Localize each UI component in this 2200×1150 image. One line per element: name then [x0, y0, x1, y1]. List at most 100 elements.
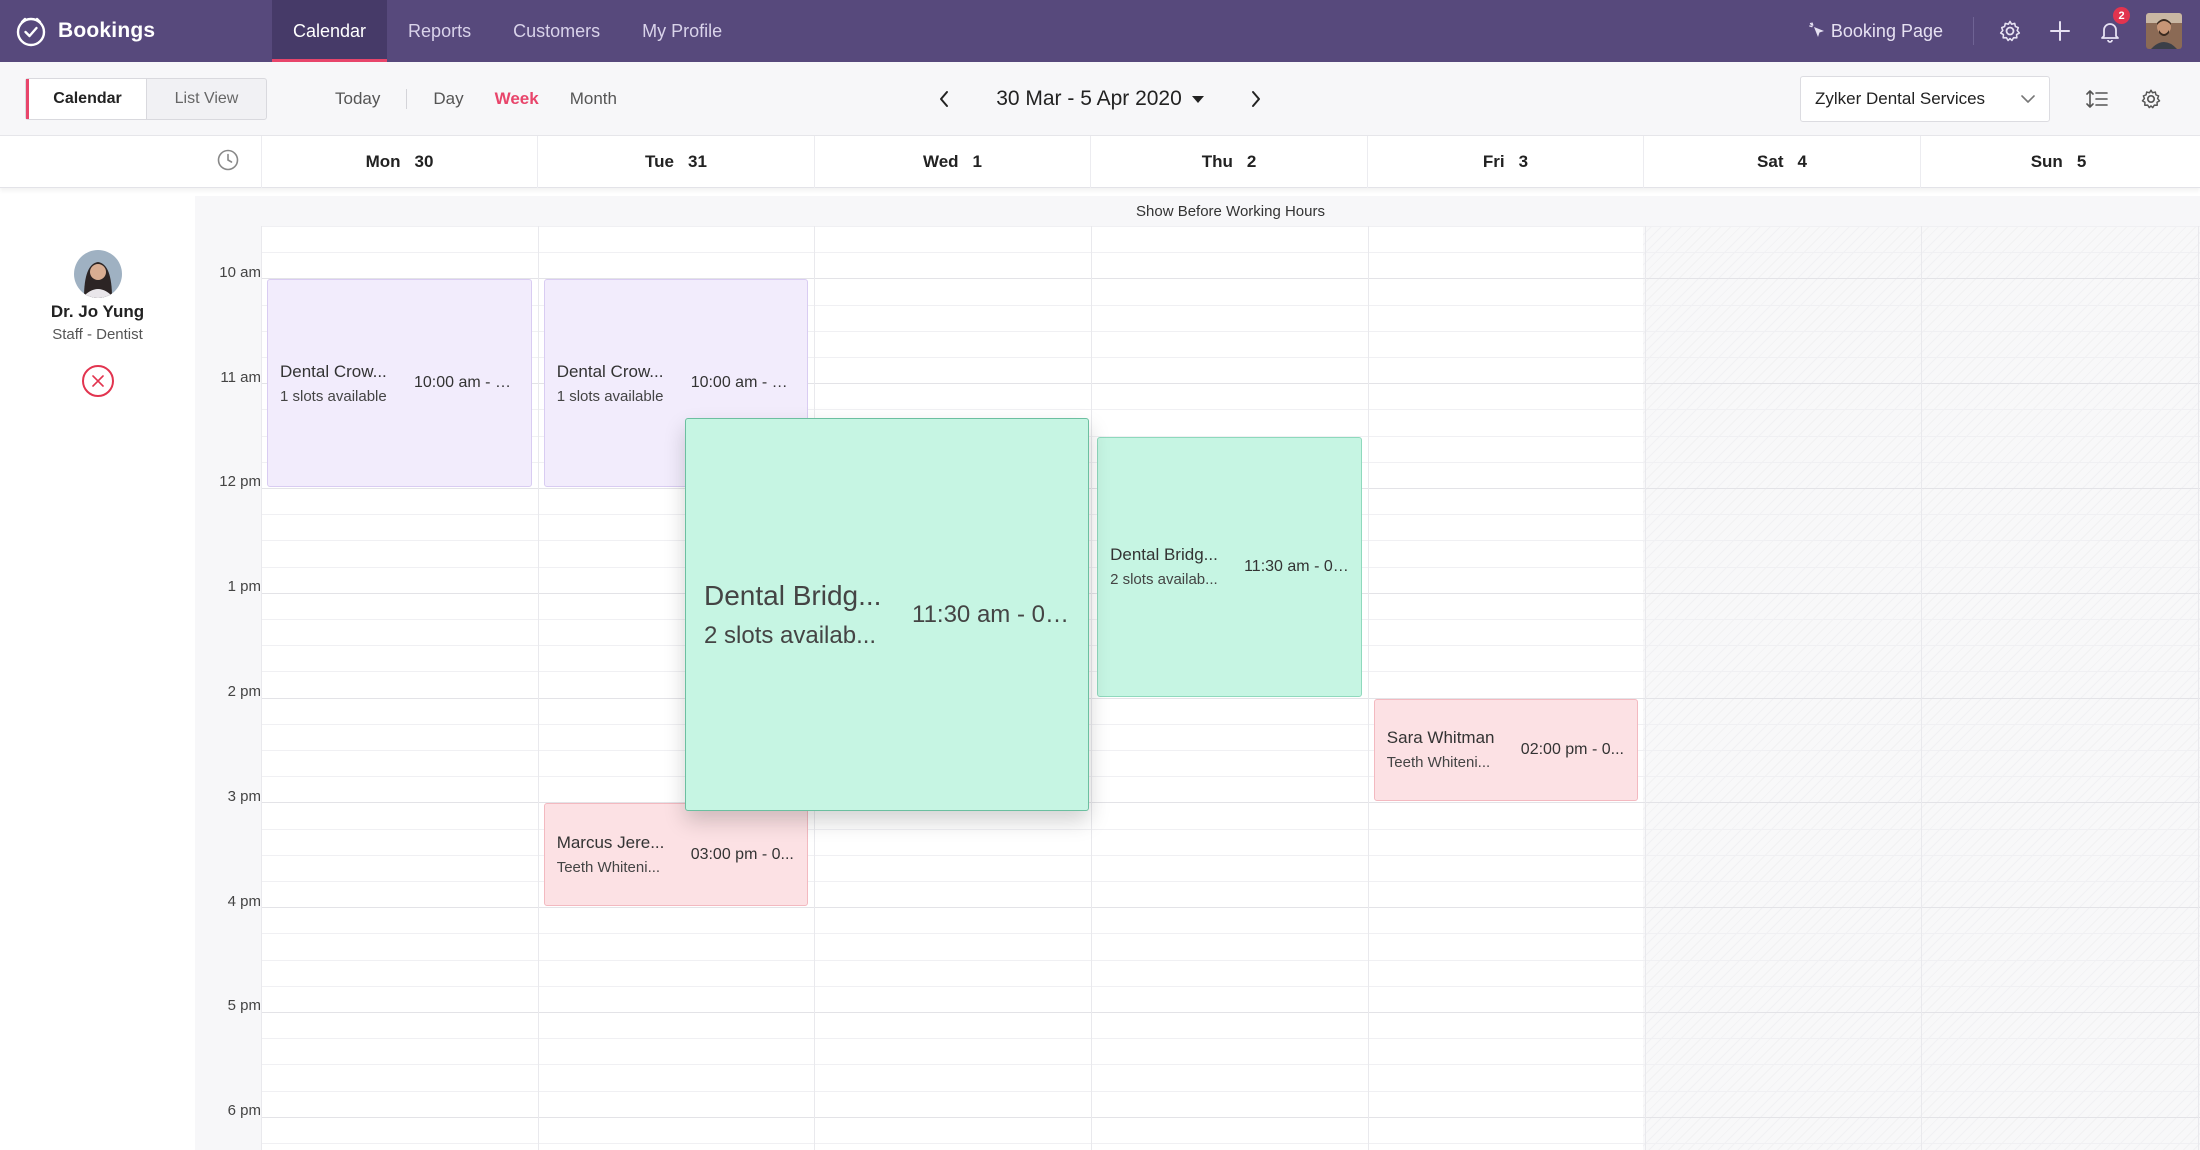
day-header-sat[interactable]: Sat 4 [1643, 136, 1920, 188]
staff-avatar[interactable] [74, 250, 122, 298]
staff-name: Dr. Jo Yung [50, 302, 145, 321]
appointment-title: Dental Bridg... [1110, 545, 1218, 565]
day-header-tue[interactable]: Tue 31 [537, 136, 814, 188]
quarter-gridline [261, 252, 2200, 254]
appointment-info: Dental Crow... 1 slots available [557, 362, 679, 405]
day-number: 30 [414, 152, 434, 171]
notifications-button[interactable]: 2 [2096, 7, 2130, 45]
day-column-divider [1091, 226, 1093, 1150]
appointment-time: 10:00 am - 12... [690, 374, 796, 392]
appointment-card[interactable]: Dental Crow... 1 slots available 10:00 am … [267, 279, 532, 487]
day-view-tab[interactable]: Day [433, 89, 463, 109]
week-day-header: Mon 30 Tue 31 Wed 1 Thu 2 Fri 3 Sat 4 Sun 5 [0, 136, 2200, 188]
appointment-info: Dental Bridg... 2 slots availab... [1110, 545, 1232, 588]
previous-week-button[interactable] [930, 85, 958, 113]
cursor-click-icon [1809, 22, 1824, 37]
day-name: Mon [365, 152, 401, 171]
day-header-wed[interactable]: Wed 1 [814, 136, 1090, 188]
day-number: 4 [1797, 152, 1807, 171]
date-navigator: 30 Mar - 5 Apr 2020 [930, 78, 1270, 120]
list-view-button[interactable]: List View [147, 79, 266, 119]
appointment-card[interactable]: Sara Whitman Teeth Whiteni... 02:00 pm - 0… [1373, 698, 1639, 802]
month-view-tab[interactable]: Month [570, 89, 617, 109]
appointment-subtitle: 2 slots availab... [704, 621, 877, 649]
nav-tab-calendar[interactable]: Calendar [272, 0, 388, 62]
close-circle-icon [82, 365, 114, 397]
time-label-3pm: 3 pm [227, 788, 261, 805]
add-button[interactable] [2046, 17, 2074, 45]
day-header-fri[interactable]: Fri 3 [1367, 136, 1643, 188]
user-avatar[interactable] [2146, 13, 2182, 49]
service-select[interactable]: Zylker Dental Services [1800, 76, 2050, 122]
booking-page-link[interactable]: Booking Page [1809, 21, 1943, 42]
brand[interactable]: Bookings [14, 14, 155, 48]
quarter-gridline [261, 750, 2200, 751]
date-range-picker[interactable]: 30 Mar - 5 Apr 2020 [996, 87, 1204, 111]
day-column-divider [537, 226, 539, 1150]
time-gutter: 10 am 11 am 12 pm 1 pm 2 pm 3 pm 4 pm 5 … [195, 196, 261, 1150]
appointment-title: Sara Whitman [1386, 728, 1495, 748]
day-column-divider [2197, 226, 2199, 1150]
remove-staff-button[interactable] [81, 364, 115, 398]
appointment-info: Sara Whitman Teeth Whiteni... [1387, 728, 1509, 771]
appointment-subtitle: Teeth Whiteni... [1386, 754, 1491, 772]
app-name: Bookings [58, 19, 156, 42]
week-view-tab[interactable]: Week [495, 89, 539, 109]
view-switch: Calendar List View [25, 78, 267, 120]
nav-tab-my-profile[interactable]: My Profile [621, 0, 743, 62]
nav-tab-customers[interactable]: Customers [492, 0, 621, 62]
day-number: 31 [688, 152, 707, 171]
appointment-time: 11:30 am - 02... [912, 600, 1070, 628]
day-number: 2 [1246, 152, 1257, 171]
chevron-right-icon [1251, 91, 1260, 107]
clock-icon [217, 149, 239, 171]
plus-icon [2050, 21, 2070, 41]
chevron-down-icon [2021, 95, 2035, 103]
week-grid[interactable]: Show Before Working Hours Dental Crow...… [261, 196, 2200, 1150]
show-before-working-hours-button[interactable]: Show Before Working Hours [261, 196, 2200, 226]
quarter-gridline [261, 1143, 2200, 1144]
hour-gridline [261, 907, 2200, 909]
day-column-divider [1367, 226, 1369, 1150]
appointment-subtitle: 1 slots available [556, 387, 664, 405]
day-number: 1 [972, 152, 983, 171]
appointment-card[interactable]: Dental Bridg... 2 slots availab... 11:30 a… [1097, 436, 1362, 697]
quarter-gridline [261, 723, 2200, 725]
topbar-divider [1973, 17, 1974, 45]
dragged-appointment-card[interactable]: Dental Bridg... 2 slots availab... 11:30 a… [685, 418, 1089, 811]
time-label-4pm: 4 pm [227, 893, 261, 910]
quarter-gridline [261, 1038, 2200, 1040]
day-number: 3 [1518, 152, 1529, 171]
appointment-subtitle: 1 slots available [280, 387, 387, 405]
chevron-left-icon [940, 91, 948, 107]
day-column-divider [1644, 226, 1646, 1150]
calendar-settings-button[interactable] [2138, 86, 2164, 112]
user-avatar-image [2146, 13, 2182, 49]
appointment-time: 10:00 am - 12... [414, 374, 519, 392]
appointment-card[interactable]: Marcus Jere... Teeth Whiteni... 03:00 pm -… [543, 803, 809, 907]
appointment-info: Dental Bridg... 2 slots availab... [704, 580, 892, 650]
time-label-6pm: 6 pm [227, 1102, 261, 1119]
day-column-divider [1921, 226, 1923, 1150]
appointment-info: Marcus Jere... Teeth Whiteni... [557, 833, 679, 876]
appointment-time: 02:00 pm - 0... [1520, 740, 1624, 758]
sort-icon [2086, 90, 2108, 108]
time-label-5pm: 5 pm [227, 997, 261, 1014]
day-name: Thu [1201, 152, 1233, 171]
day-header-mon[interactable]: Mon 30 [261, 136, 537, 188]
sort-order-button[interactable] [2084, 86, 2110, 112]
day-header-thu[interactable]: Thu 2 [1090, 136, 1367, 188]
next-week-button[interactable] [1242, 85, 1270, 113]
day-name: Sat [1757, 152, 1784, 171]
today-button[interactable]: Today [335, 89, 380, 109]
day-name: Sun [2030, 152, 2063, 171]
appointment-time: 11:30 am - 02... [1244, 557, 1349, 575]
settings-button[interactable] [1996, 17, 2024, 45]
day-column-divider [261, 226, 262, 1150]
day-header-sun[interactable]: Sun 5 [1920, 136, 2196, 188]
calendar-view-button[interactable]: Calendar [26, 79, 147, 119]
bookings-logo-icon [16, 17, 46, 47]
nav-tab-reports[interactable]: Reports [387, 0, 492, 62]
hour-gridline [261, 1012, 2200, 1013]
time-label-1pm: 1 pm [227, 578, 261, 595]
